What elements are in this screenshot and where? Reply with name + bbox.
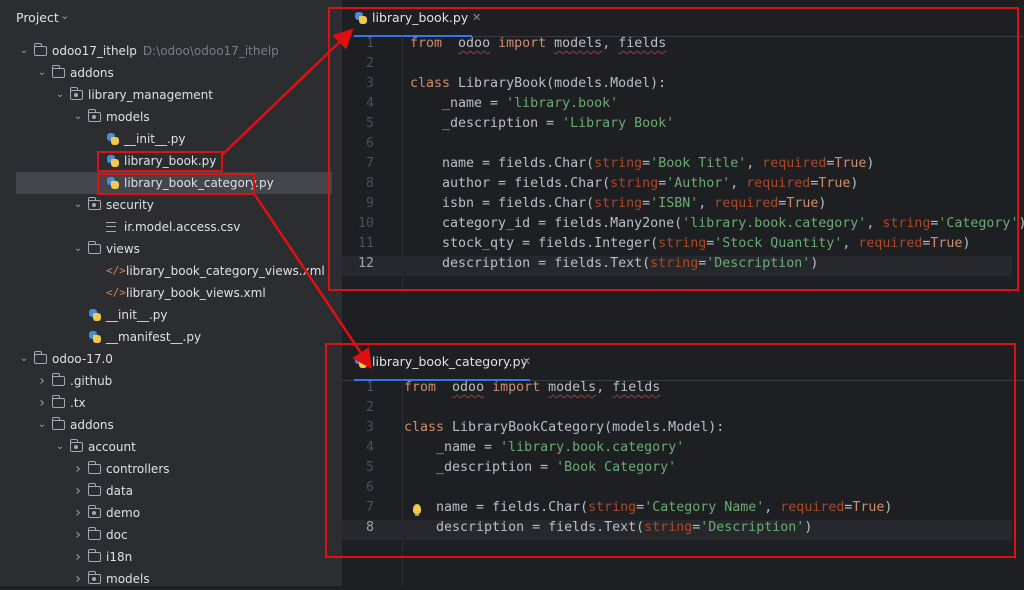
arrow-to-top-editor (221, 28, 354, 156)
annotation-arrows (221, 28, 372, 370)
arrow-to-bottom-editor (253, 194, 372, 370)
